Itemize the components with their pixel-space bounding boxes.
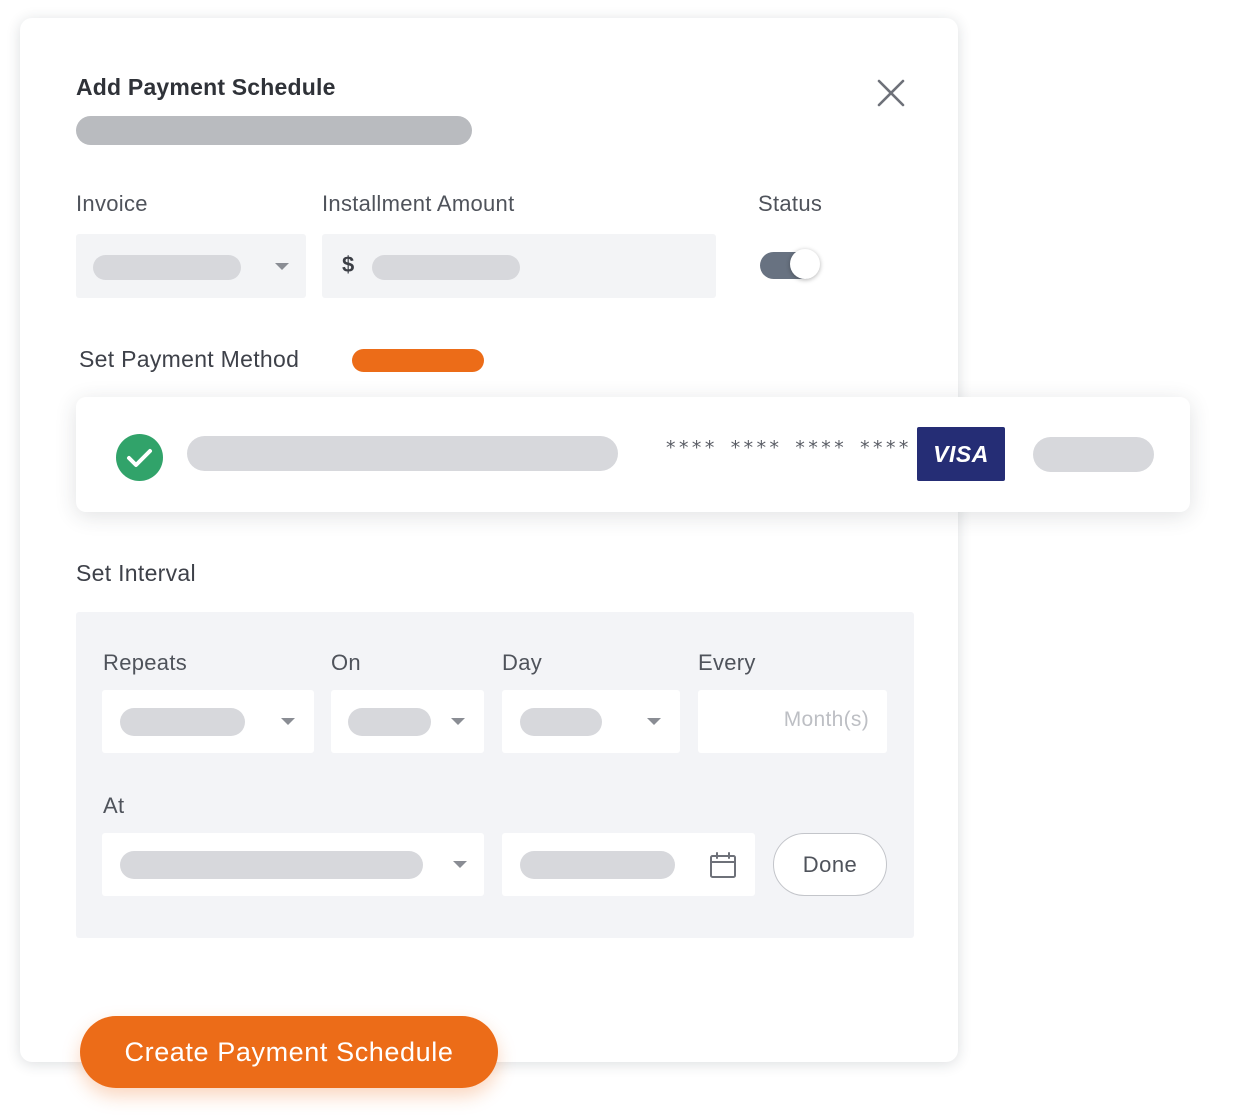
installment-amount-label: Installment Amount xyxy=(322,191,515,216)
at-label: At xyxy=(103,793,125,818)
interval-heading: Set Interval xyxy=(76,560,196,586)
repeats-select[interactable] xyxy=(102,690,314,753)
date-value-placeholder xyxy=(520,851,675,879)
repeats-label: Repeats xyxy=(103,650,188,675)
close-icon xyxy=(877,79,905,107)
day-value-placeholder xyxy=(520,708,602,736)
chevron-down-icon xyxy=(281,718,295,725)
expiry-placeholder xyxy=(1033,437,1154,472)
at-time-select[interactable] xyxy=(102,833,484,896)
visa-logo: VISA xyxy=(917,427,1005,481)
day-select[interactable] xyxy=(502,690,680,753)
status-toggle[interactable] xyxy=(760,249,820,281)
chevron-down-icon xyxy=(647,718,661,725)
masked-card-number: **** **** **** **** xyxy=(665,437,911,459)
amount-value-placeholder xyxy=(372,255,520,280)
payment-method-badge xyxy=(352,349,484,372)
chevron-down-icon xyxy=(275,263,289,270)
selected-check xyxy=(116,434,163,481)
toggle-knob xyxy=(790,249,820,279)
invoice-label: Invoice xyxy=(76,191,148,216)
every-input[interactable]: Month(s) xyxy=(698,690,887,753)
chevron-down-icon xyxy=(451,718,465,725)
invoice-select[interactable] xyxy=(76,234,306,298)
invoice-value-placeholder xyxy=(93,255,241,280)
payment-method-heading: Set Payment Method xyxy=(79,346,300,372)
date-picker-input[interactable] xyxy=(502,833,755,896)
create-payment-schedule-button[interactable]: Create Payment Schedule xyxy=(80,1016,498,1088)
on-select[interactable] xyxy=(331,690,484,753)
payment-card-row[interactable]: **** **** **** **** VISA xyxy=(76,397,1190,512)
status-label: Status xyxy=(758,191,823,216)
cardholder-placeholder xyxy=(187,436,618,471)
on-value-placeholder xyxy=(348,708,431,736)
currency-symbol: $ xyxy=(342,252,355,277)
repeats-value-placeholder xyxy=(120,708,245,736)
check-icon xyxy=(127,449,152,467)
modal-title: Add Payment Schedule xyxy=(76,74,336,100)
day-label: Day xyxy=(502,650,543,675)
close-button[interactable] xyxy=(872,76,908,112)
every-label: Every xyxy=(698,650,756,675)
installment-amount-input[interactable]: $ xyxy=(322,234,716,298)
calendar-icon[interactable] xyxy=(708,851,738,881)
every-placeholder: Month(s) xyxy=(783,708,869,731)
time-value-placeholder xyxy=(120,851,423,879)
done-button[interactable]: Done xyxy=(773,833,887,896)
on-label: On xyxy=(331,650,361,675)
subtitle-placeholder-bar xyxy=(76,116,472,145)
chevron-down-icon xyxy=(453,861,467,868)
